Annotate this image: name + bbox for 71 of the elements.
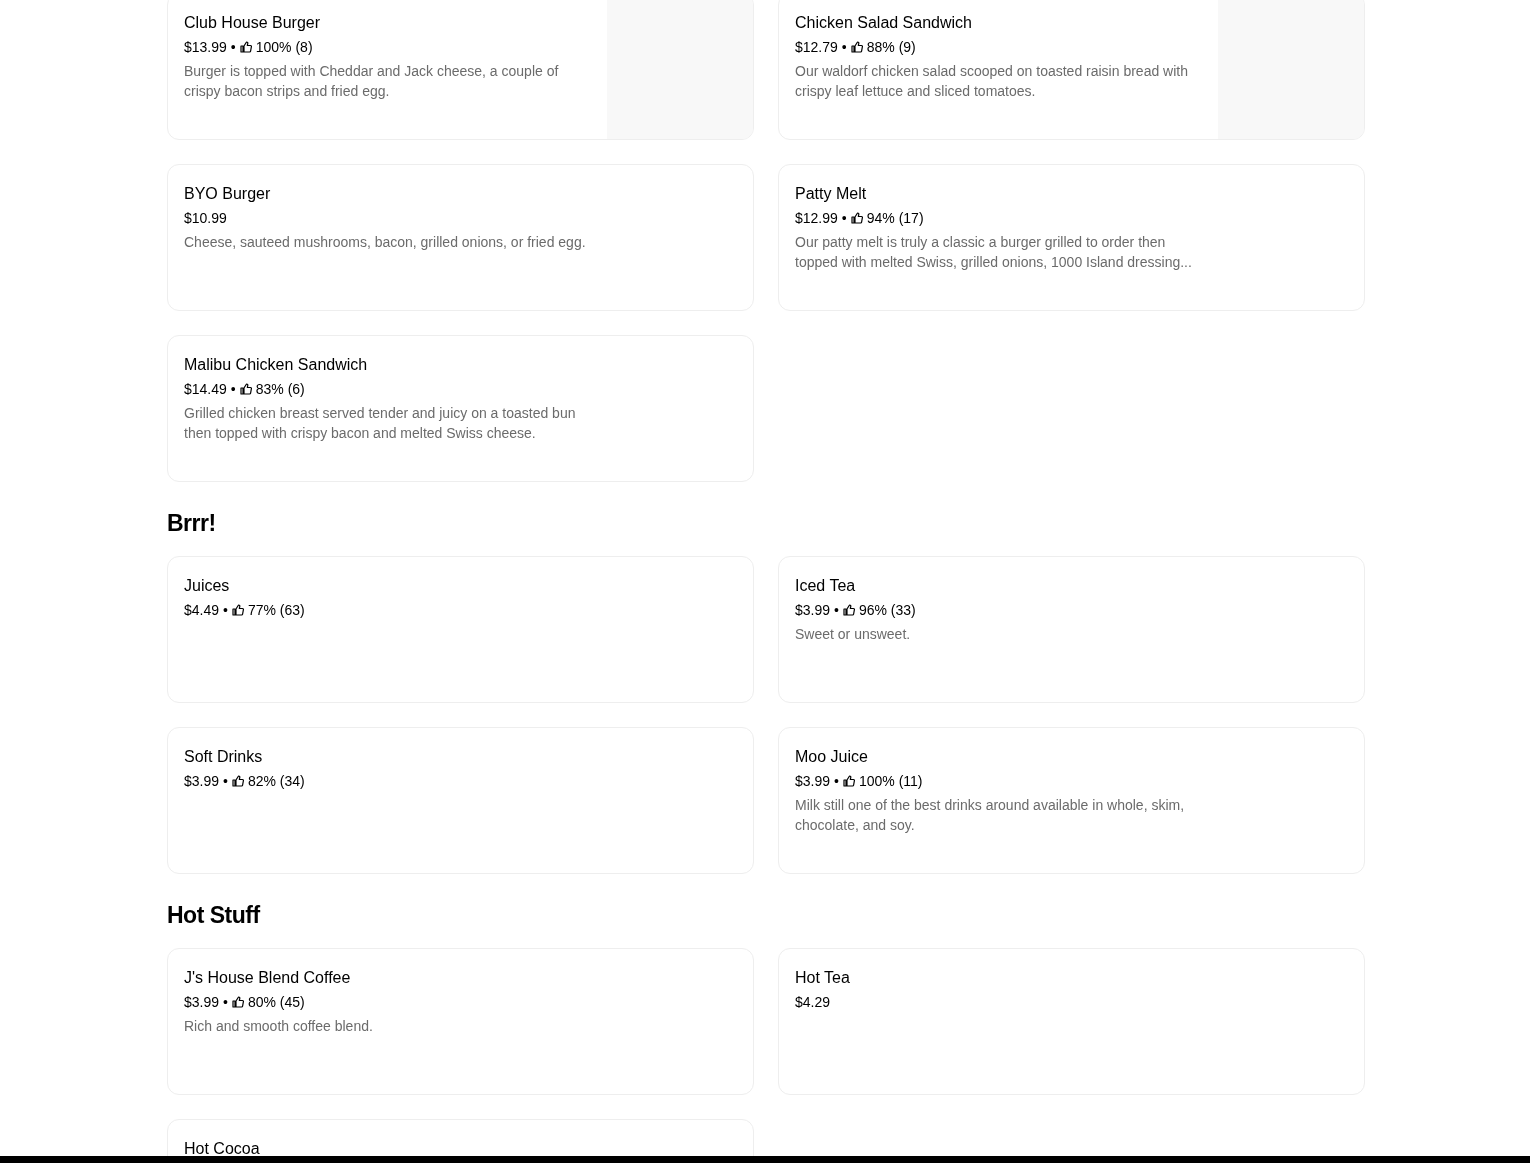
menu-item-card[interactable]: Iced Tea $3.99 • 96% (33) Sweet or unsweet. [778,556,1365,703]
item-price: $3.99 [795,601,831,619]
item-rating: 80% (45) [247,993,305,1011]
item-name: Hot Cocoa [184,1139,260,1159]
item-rating: 77% (63) [247,601,305,619]
menu-item-card[interactable]: Patty Melt $12.99 • 94% (17) Our patty melt is truly a classic a burger grilled to order then topped with melted Swiss, grilled onions, 1000 Island dressing... [778,164,1365,311]
separator-dot: • [834,601,839,619]
thumbs-up-icon [842,775,855,787]
separator-dot: • [223,772,228,790]
section-heading: Brrr! [167,509,217,538]
item-description: Milk still one of the best drinks around available in whole, skim, chocolate, and soy. [795,796,1186,835]
section-heading: Hot Stuff [167,901,262,930]
item-name: Hot Tea [795,968,850,988]
item-description: Grilled chicken breast served tender and juicy on a toasted bun then topped with crispy bacon and melted Swiss cheese. [184,404,577,443]
item-name: J's House Blend Coffee [184,968,351,988]
item-price: $4.29 [795,993,831,1011]
item-name: Juices [184,576,230,596]
item-description: Our patty melt is truly a classic a burger grilled to order then topped with melted Swiss, grilled onions, 1000 Island dressing... [795,233,1193,272]
thumbs-up-icon [231,775,244,787]
item-price: $3.99 [184,993,220,1011]
item-description: Rich and smooth coffee blend. [184,1017,374,1036]
thumbs-up-icon [239,41,252,53]
thumbs-up-icon [239,383,252,395]
item-price: $14.49 [184,380,227,398]
item-name: BYO Burger [184,184,271,204]
item-name: Malibu Chicken Sandwich [184,355,368,375]
menu-item-card[interactable]: Soft Drinks $3.99 • 82% (34) [167,727,754,874]
item-name: Club House Burger [184,13,321,33]
item-price: $13.99 [184,38,227,56]
item-rating: 100% (8) [255,38,313,56]
menu-item-card[interactable]: Club House Burger $13.99 • 100% (8) Burger is topped with Cheddar and Jack cheese, a couple of crispy bacon strips and fried egg. [167,0,754,140]
separator-dot: • [223,601,228,619]
menu-item-card[interactable]: Juices $4.49 • 77% (63) [167,556,754,703]
separator-dot: • [230,38,236,56]
menu-item-card[interactable]: Malibu Chicken Sandwich $14.49 • 83% (6) Grilled chicken breast served tender and juicy on a toasted bun then topped with crispy bacon and melted Swiss cheese. [167,335,754,482]
menu-item-card[interactable]: Chicken Salad Sandwich $12.79 • 88% (9) Our waldorf chicken salad scooped on toasted raisin bread with crispy leaf lettuce and sliced tomatoes. [778,0,1365,140]
item-name: Moo Juice [795,747,868,767]
thumbs-up-icon [231,604,244,616]
item-price: $3.99 [795,772,831,790]
item-name: Iced Tea [795,576,856,596]
menu-item-card[interactable]: BYO Burger $10.99 Cheese, sauteed mushrooms, bacon, grilled onions, or fried egg. [167,164,754,311]
item-price: $4.49 [184,601,220,619]
menu-item-card[interactable]: Moo Juice $3.99 • 100% (11) Milk still one of the best drinks around available in whole, skim, chocolate, and soy. [778,727,1365,874]
item-rating: 83% (6) [255,380,305,398]
item-description: Sweet or unsweet. [795,625,912,644]
separator-dot: • [223,993,228,1011]
item-name: Chicken Salad Sandwich [795,13,972,33]
item-price: $12.99 [795,209,838,227]
item-rating: 88% (9) [866,38,916,56]
separator-dot: • [230,380,236,398]
menu-item-card[interactable]: J's House Blend Coffee $3.99 • 80% (45) Rich and smooth coffee blend. [167,948,754,1095]
item-description: Cheese, sauteed mushrooms, bacon, grilled onions, or fried egg. [184,233,587,252]
item-price: $3.99 [184,772,220,790]
menu-item-card[interactable]: Hot Tea $4.29 [778,948,1365,1095]
item-rating: 82% (34) [247,772,305,790]
item-rating: 100% (11) [858,772,923,790]
item-description: Burger is topped with Cheddar and Jack cheese, a couple of crispy bacon strips and fried egg. [184,62,560,101]
separator-dot: • [841,209,847,227]
item-rating: 94% (17) [866,209,924,227]
thumbs-up-icon [850,212,863,224]
item-name: Patty Melt [795,184,867,204]
thumbs-up-icon [842,604,855,616]
item-name: Soft Drinks [184,747,263,767]
item-price: $10.99 [184,209,227,227]
item-description: Our waldorf chicken salad scooped on toasted raisin bread with crispy leaf lettuce and sliced tomatoes. [795,62,1189,101]
item-price: $12.79 [795,38,838,56]
separator-dot: • [841,38,847,56]
item-rating: 96% (33) [858,601,916,619]
thumbs-up-icon [850,41,863,53]
separator-dot: • [834,772,839,790]
thumbs-up-icon [231,996,244,1008]
